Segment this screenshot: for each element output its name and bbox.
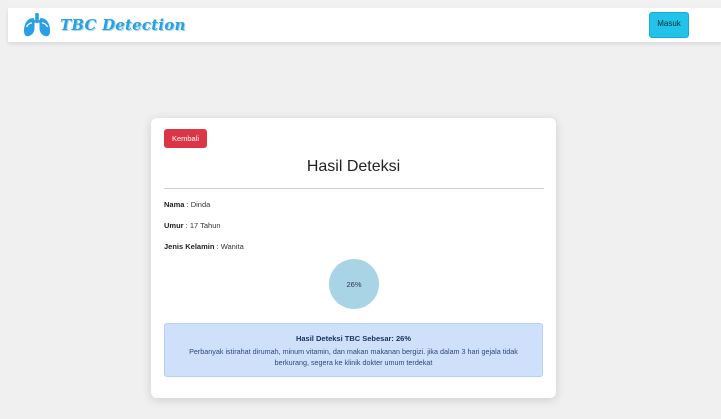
gender-row: Jenis Kelamin : Wanita — [164, 242, 244, 251]
page-title: Hasil Deteksi — [306, 158, 401, 175]
result-percent-text: 26% — [346, 279, 362, 289]
name-label: Nama — [164, 200, 185, 209]
age-label: Umur — [164, 221, 184, 230]
brand-title: TBC Detection — [60, 16, 186, 34]
login-button[interactable]: Masuk — [649, 12, 689, 38]
result-card: Kembali Hasil Deteksi Nama : Dinda Umur … — [151, 118, 556, 398]
age-row: Umur : 17 Tahun — [164, 221, 221, 230]
divider — [164, 188, 544, 189]
alert-message: Perbanyak istirahat dirumah, minum vitam… — [189, 347, 518, 367]
age-value: : 17 Tahun — [183, 221, 221, 230]
result-percent-circle: 26% — [329, 259, 379, 309]
lungs-logo-icon — [24, 13, 50, 37]
gender-label: Jenis Kelamin — [164, 242, 215, 251]
brand[interactable]: TBC Detection — [22, 11, 186, 39]
top-navbar: TBC Detection Masuk — [8, 8, 721, 42]
back-button[interactable]: Kembali — [164, 129, 207, 148]
name-value: : Dinda — [184, 200, 211, 209]
name-row: Nama : Dinda — [164, 200, 210, 209]
result-alert: Hasil Deteksi TBC Sebesar: 26% Perbanyak… — [164, 323, 543, 377]
alert-title: Hasil Deteksi TBC Sebesar: 26% — [295, 334, 412, 343]
gender-value: : Wanita — [214, 242, 244, 251]
